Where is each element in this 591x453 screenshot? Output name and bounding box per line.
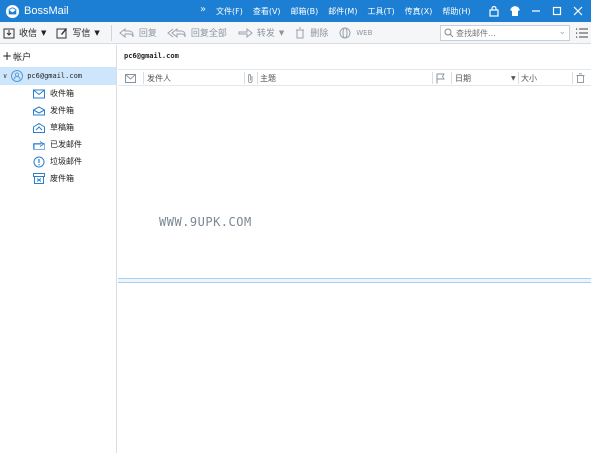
column-sender[interactable]: 发件人 — [147, 70, 171, 86]
column-divider[interactable] — [432, 72, 433, 84]
sidebar-item-inbox[interactable]: 收件箱 — [0, 85, 116, 102]
compose-dropdown-icon[interactable]: ▼ — [94, 29, 99, 37]
account-label: pc6@gmail.com — [27, 72, 83, 80]
sidebar-item-drafts[interactable]: 草稿箱 — [0, 119, 116, 136]
column-date[interactable]: 日期 — [455, 70, 471, 86]
sidebar-item-label: 已发邮件 — [50, 140, 82, 149]
sidebar-item-label: 草稿箱 — [50, 123, 74, 132]
sidebar-item-label: 垃圾邮件 — [50, 157, 82, 166]
sidebar-item-sent[interactable]: 已发邮件 — [0, 136, 116, 153]
outbox-icon — [33, 105, 45, 115]
column-size[interactable]: 大小 — [521, 70, 537, 86]
sent-icon — [33, 140, 45, 150]
watermark-text: WWW.9UPK.COM — [159, 215, 252, 229]
column-divider[interactable] — [572, 72, 573, 84]
menu-mail[interactable]: 邮件(M) — [328, 6, 357, 17]
skin-icon[interactable] — [506, 2, 524, 20]
column-read-status-icon[interactable] — [125, 70, 136, 86]
forward-dropdown-icon[interactable]: ▼ — [279, 29, 284, 37]
receive-label: 收信 — [19, 29, 38, 39]
message-list-header: 发件人 主题 日期 ▼ 大小 — [118, 69, 591, 86]
menu-bar: 文件(F) 查看(V) 邮箱(B) 邮件(M) 工具(T) 传真(X) 帮助(H… — [216, 0, 481, 22]
column-flag-icon[interactable] — [436, 70, 445, 86]
trash-folder-icon — [33, 173, 45, 184]
app-title: BossMail — [24, 5, 69, 17]
column-subject[interactable]: 主题 — [260, 70, 276, 86]
menu-fax[interactable]: 传真(X) — [405, 6, 433, 17]
column-divider[interactable] — [451, 72, 452, 84]
sidebar-item-outbox[interactable]: 发件箱 — [0, 102, 116, 119]
reply-all-label: 回复全部 — [190, 29, 227, 39]
add-account-button[interactable]: + 帐户 — [0, 45, 116, 67]
reply-label: 回复 — [138, 29, 157, 39]
web-icon — [339, 27, 351, 38]
sidebar: + 帐户 ∨ pc6@gmail.com 收件箱 发件箱 草稿箱 已发邮件 垃圾… — [0, 45, 117, 453]
preview-pane — [118, 283, 591, 453]
receive-icon — [3, 28, 15, 38]
forward-label: 转发 — [256, 29, 275, 39]
reply-icon — [119, 27, 134, 38]
receive-button[interactable]: 收信 ▼ — [0, 23, 49, 43]
spam-icon — [33, 156, 45, 167]
minimize-icon[interactable] — [527, 2, 545, 20]
column-delete-icon[interactable] — [576, 70, 585, 86]
maximize-icon[interactable] — [548, 2, 566, 20]
sidebar-item-trash[interactable]: 废件箱 — [0, 170, 116, 187]
forward-button[interactable]: 转发 ▼ — [234, 23, 287, 43]
sidebar-account[interactable]: ∨ pc6@gmail.com — [0, 67, 116, 85]
list-menu-icon[interactable] — [575, 25, 589, 41]
toolbar-divider — [110, 24, 112, 41]
inbox-icon — [33, 89, 45, 98]
menu-file[interactable]: 文件(F) — [216, 6, 243, 17]
column-divider[interactable] — [143, 72, 144, 84]
menu-collapse-icon[interactable]: » — [200, 4, 206, 15]
web-button[interactable]: WEB — [335, 23, 375, 43]
app-logo-icon — [4, 3, 20, 19]
sidebar-item-spam[interactable]: 垃圾邮件 — [0, 153, 116, 170]
title-bar: BossMail » 文件(F) 查看(V) 邮箱(B) 邮件(M) 工具(T)… — [0, 0, 591, 22]
window-controls — [482, 0, 587, 22]
main-panel: pc6@gmail.com 发件人 主题 日期 ▼ 大小 WWW.9UPK.CO… — [118, 45, 591, 453]
column-divider[interactable] — [257, 72, 258, 84]
message-list[interactable]: WWW.9UPK.COM — [118, 86, 591, 278]
account-avatar-icon — [11, 70, 24, 82]
column-attachment-icon[interactable] — [247, 70, 254, 86]
search-input[interactable] — [456, 28, 556, 38]
account-header: pc6@gmail.com — [124, 52, 179, 60]
compose-icon — [56, 27, 68, 38]
drafts-icon — [33, 122, 45, 133]
search-box[interactable]: ⌄ — [440, 25, 570, 41]
sidebar-item-label: 收件箱 — [50, 89, 74, 98]
receive-dropdown-icon[interactable]: ▼ — [41, 29, 46, 37]
lock-icon[interactable] — [485, 2, 503, 20]
web-label: WEB — [356, 28, 373, 37]
reply-button[interactable]: 回复 — [116, 23, 160, 43]
menu-tools[interactable]: 工具(T) — [367, 6, 394, 17]
add-account-label: 帐户 — [13, 52, 32, 63]
reply-all-button[interactable]: 回复全部 — [164, 23, 230, 43]
forward-icon — [238, 27, 253, 38]
delete-button[interactable]: 删除 — [291, 23, 331, 43]
column-divider[interactable] — [244, 72, 245, 84]
search-options-icon[interactable]: ⌄ — [558, 27, 566, 37]
delete-icon — [296, 27, 305, 38]
plus-icon: + — [2, 49, 13, 63]
menu-help[interactable]: 帮助(H) — [442, 6, 470, 17]
menu-mailbox[interactable]: 邮箱(B) — [291, 6, 319, 17]
sidebar-item-label: 发件箱 — [50, 106, 74, 115]
compose-button[interactable]: 写信 ▼ — [53, 23, 102, 43]
search-icon — [444, 28, 454, 38]
delete-label: 删除 — [310, 29, 329, 39]
chevron-down-icon[interactable]: ∨ — [3, 72, 7, 80]
close-icon[interactable] — [569, 2, 587, 20]
column-divider[interactable] — [518, 72, 519, 84]
reply-all-icon — [167, 27, 186, 38]
compose-label: 写信 — [72, 29, 91, 39]
toolbar: 收信 ▼ 写信 ▼ 回复 回复全部 转发 ▼ 删除 WEB ⌄ — [0, 22, 591, 44]
sort-desc-icon[interactable]: ▼ — [511, 70, 516, 86]
sidebar-item-label: 废件箱 — [50, 174, 74, 183]
menu-view[interactable]: 查看(V) — [253, 6, 281, 17]
